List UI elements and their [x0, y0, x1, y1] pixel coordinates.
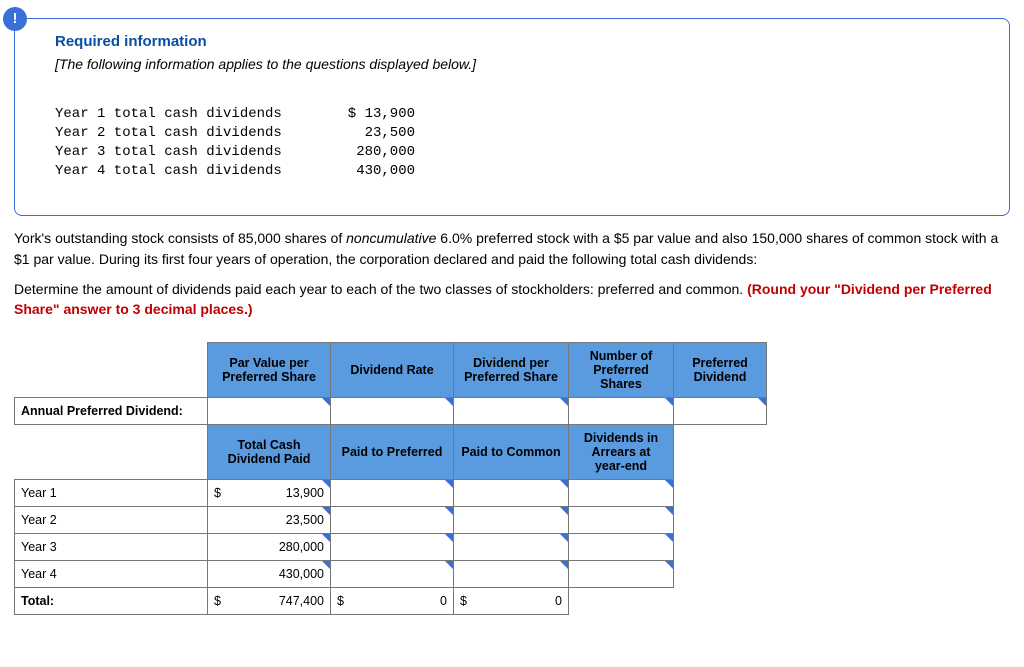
input-par-value[interactable]: [208, 397, 331, 424]
div-row-label: Year 1 total cash dividends: [55, 105, 315, 124]
col-paid-common: Paid to Common: [454, 424, 569, 479]
col-total-paid: Total Cash Dividend Paid: [208, 424, 331, 479]
instruction-paragraph: Determine the amount of dividends paid e…: [14, 279, 1010, 320]
div-row-label: Year 4 total cash dividends: [55, 162, 315, 181]
input-num-shares[interactable]: [569, 397, 674, 424]
dividends-list: Year 1 total cash dividends$ 13,900 Year…: [55, 86, 1009, 199]
div-row-label: Year 2 total cash dividends: [55, 124, 315, 143]
col-arrears: Dividends in Arrears at year-end: [569, 424, 674, 479]
col-num-shares: Number of Preferred Shares: [569, 342, 674, 397]
div-row-value: 23,500: [315, 124, 415, 143]
total-label: Total:: [15, 587, 208, 614]
input-total-paid[interactable]: 23,500: [208, 506, 331, 533]
col-div-per-share: Dividend per Preferred Share: [454, 342, 569, 397]
input-total-paid[interactable]: 430,000: [208, 560, 331, 587]
table-row: Year 2 23,500: [15, 506, 767, 533]
col-pref-dividend: Preferred Dividend: [674, 342, 767, 397]
input-arrears[interactable]: [569, 506, 674, 533]
input-arrears[interactable]: [569, 560, 674, 587]
input-pref-dividend[interactable]: [674, 397, 767, 424]
input-div-per-share[interactable]: [454, 397, 569, 424]
dividends-table: Par Value per Preferred Share Dividend R…: [14, 342, 767, 615]
applies-text: [The following information applies to th…: [55, 56, 1009, 72]
input-paid-common[interactable]: [454, 506, 569, 533]
text: York's outstanding stock consists of 85,…: [14, 230, 346, 246]
input-total-paid[interactable]: $13,900: [208, 479, 331, 506]
exclamation-icon: !: [3, 7, 27, 31]
div-row-value: 280,000: [315, 143, 415, 162]
text: Determine the amount of dividends paid e…: [14, 281, 747, 297]
input-arrears[interactable]: [569, 479, 674, 506]
input-paid-preferred[interactable]: [331, 506, 454, 533]
table-total-row: Total: $747,400 $0 $0: [15, 587, 767, 614]
annual-pref-div-label: Annual Preferred Dividend:: [15, 397, 208, 424]
input-paid-common[interactable]: [454, 479, 569, 506]
input-dividend-rate[interactable]: [331, 397, 454, 424]
input-total-paid[interactable]: 280,000: [208, 533, 331, 560]
col-dividend-rate: Dividend Rate: [331, 342, 454, 397]
row-label: Year 3: [15, 533, 208, 560]
row-label: Year 4: [15, 560, 208, 587]
required-info-title: Required information: [55, 33, 1009, 50]
text-italic: noncumulative: [346, 230, 436, 246]
div-row-value: $ 13,900: [315, 105, 415, 124]
input-arrears[interactable]: [569, 533, 674, 560]
total-paid-preferred: $0: [331, 587, 454, 614]
input-paid-preferred[interactable]: [331, 560, 454, 587]
div-row-value: 430,000: [315, 162, 415, 181]
context-paragraph: York's outstanding stock consists of 85,…: [14, 228, 1010, 269]
input-paid-common[interactable]: [454, 560, 569, 587]
input-paid-common[interactable]: [454, 533, 569, 560]
table-row: Year 4 430,000: [15, 560, 767, 587]
col-par-value: Par Value per Preferred Share: [208, 342, 331, 397]
required-info-box: ! Required information [The following in…: [14, 18, 1010, 216]
row-label: Year 1: [15, 479, 208, 506]
col-paid-preferred: Paid to Preferred: [331, 424, 454, 479]
row-label: Year 2: [15, 506, 208, 533]
total-paid-common: $0: [454, 587, 569, 614]
input-paid-preferred[interactable]: [331, 479, 454, 506]
total-paid-value: $747,400: [208, 587, 331, 614]
div-row-label: Year 3 total cash dividends: [55, 143, 315, 162]
table-row: Year 1 $13,900: [15, 479, 767, 506]
input-paid-preferred[interactable]: [331, 533, 454, 560]
table-row: Year 3 280,000: [15, 533, 767, 560]
